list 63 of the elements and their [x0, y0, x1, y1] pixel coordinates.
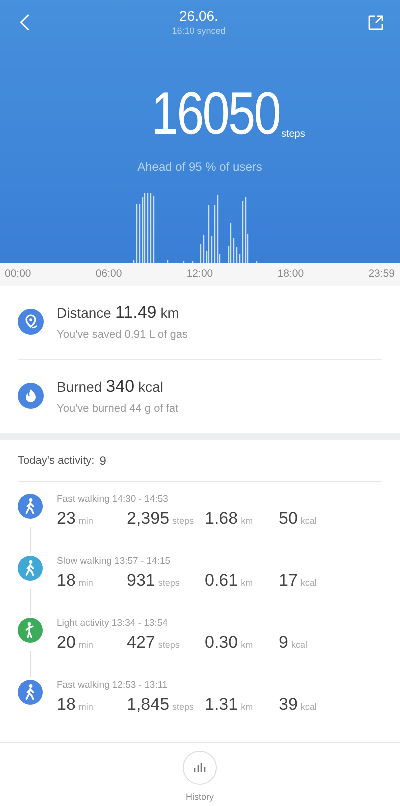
step-count: 16050 [150, 86, 280, 142]
summary-note: You've saved 0.91 L of gas [57, 329, 188, 342]
stat-unit: steps [172, 702, 194, 712]
stat-unit: steps [158, 578, 180, 588]
summary-value: 340 [106, 377, 135, 398]
stat-unit: km [241, 640, 254, 650]
time-label: 18:00 [278, 268, 304, 280]
stat-value: 18 [57, 570, 76, 591]
stat-value: 39 [279, 694, 298, 715]
stat-value: 23 [57, 508, 76, 529]
back-icon[interactable] [20, 14, 30, 31]
stat-value: 1.31 [205, 694, 238, 715]
stat-value: 50 [279, 508, 298, 529]
activity-label: Today's activity: [18, 454, 95, 467]
stat-unit: min [78, 702, 94, 712]
sync-status: 16:10 synced [172, 26, 226, 36]
share-icon[interactable] [368, 15, 384, 31]
stat-unit: kcal [291, 640, 308, 650]
history-label: History [186, 792, 214, 802]
stat-unit: kcal [300, 578, 317, 588]
stat-unit: km [241, 702, 254, 712]
stat-unit: steps [158, 640, 180, 650]
bar-chart-icon [194, 762, 206, 773]
stat-value: 0.30 [205, 632, 238, 653]
ranking-text: Ahead of 95 % of users [138, 160, 262, 174]
stat-unit: steps [172, 516, 194, 526]
stat-value: 931 [127, 570, 156, 591]
stat-unit: km [241, 516, 254, 526]
history-button[interactable] [183, 750, 217, 785]
summary-unit: kcal [138, 379, 164, 396]
summary-unit: km [160, 305, 180, 322]
flame-icon [18, 383, 44, 410]
stat-unit: min [78, 516, 94, 526]
stat-value: 427 [127, 632, 156, 653]
stat-unit: min [78, 640, 94, 650]
stat-value: 17 [279, 570, 298, 591]
stat-unit: min [78, 578, 94, 588]
activity-title: Slow walking 13:57 - 14:15 [57, 556, 172, 567]
summary-note: You've burned 44 g of fat [57, 403, 179, 416]
summary-label: Burned [57, 379, 102, 396]
location-pin-icon [18, 309, 44, 336]
time-label: 12:00 [186, 268, 214, 280]
stat-value: 0.61 [205, 570, 238, 591]
summary-value: 11.49 [115, 303, 157, 324]
summary-label: Distance [57, 305, 112, 322]
stat-value: 20 [57, 632, 76, 653]
stat-value: 9 [279, 632, 288, 653]
stat-value: 1,845 [127, 694, 170, 715]
stat-value: 18 [57, 694, 76, 715]
time-label: 00:00 [5, 268, 32, 280]
activity-title: Fast walking 14:30 - 14:53 [57, 494, 170, 505]
stat-unit: kcal [300, 702, 317, 712]
stat-unit: km [241, 578, 254, 588]
time-label: 06:00 [96, 268, 122, 280]
steps-unit: steps [281, 129, 306, 140]
time-label: 23:59 [368, 268, 395, 280]
stat-unit: kcal [300, 516, 317, 526]
activity-count: 9 [100, 454, 106, 468]
stat-value: 2,395 [127, 508, 170, 529]
activity-title: Light activity 13:34 - 13:54 [57, 618, 169, 629]
date-title: 26.06. [180, 8, 218, 24]
activity-title: Fast walking 12:53 - 13:11 [57, 680, 169, 691]
stat-value: 1.68 [205, 508, 238, 529]
